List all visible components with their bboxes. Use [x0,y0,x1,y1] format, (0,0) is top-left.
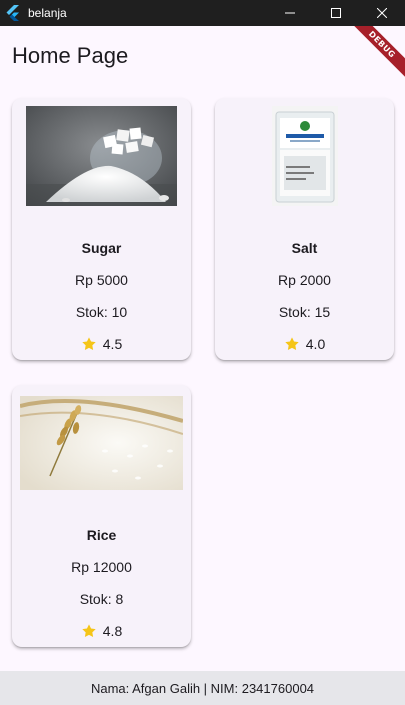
product-name: Salt [291,240,318,256]
product-card[interactable]: Rice Rp 12000 Stok: 8 4.8 [12,385,191,647]
rating-value: 4.0 [305,336,326,352]
product-name: Sugar [81,240,122,256]
footer: Nama: Afgan Galih | NIM: 2341760004 [0,671,405,705]
product-card[interactable]: Sugar Rp 5000 Stok: 10 4.5 [12,98,191,360]
close-button[interactable] [359,0,405,26]
product-price: Rp 5000 [75,272,128,288]
rice-image [20,396,183,490]
app-bar: Home Page [0,26,405,86]
rating-value: 4.5 [102,336,123,352]
product-stock: Stok: 15 [278,304,331,320]
rating-value: 4.8 [102,623,123,639]
minimize-button[interactable] [267,0,313,26]
window-title: belanja [28,6,67,20]
flutter-logo-icon [6,5,22,21]
salt-package-image [272,106,338,206]
product-rating: 4.8 [12,623,191,639]
maximize-button[interactable] [313,0,359,26]
star-icon [82,624,96,638]
product-card[interactable]: Salt Rp 2000 Stok: 15 4.0 [215,98,394,360]
star-icon [82,337,96,351]
product-name: Rice [86,527,117,543]
window-titlebar: belanja [0,0,405,26]
sugar-image [26,106,177,206]
page-title: Home Page [12,43,129,68]
product-stock: Stok: 8 [79,591,124,607]
minimize-icon [285,12,295,14]
product-price: Rp 12000 [71,559,132,575]
product-price: Rp 2000 [278,272,331,288]
close-icon [377,8,387,18]
maximize-icon [331,8,341,18]
product-rating: 4.5 [12,336,191,352]
footer-text: Nama: Afgan Galih | NIM: 2341760004 [90,680,315,696]
star-icon [285,337,299,351]
product-stock: Stok: 10 [75,304,128,320]
product-rating: 4.0 [215,336,394,352]
